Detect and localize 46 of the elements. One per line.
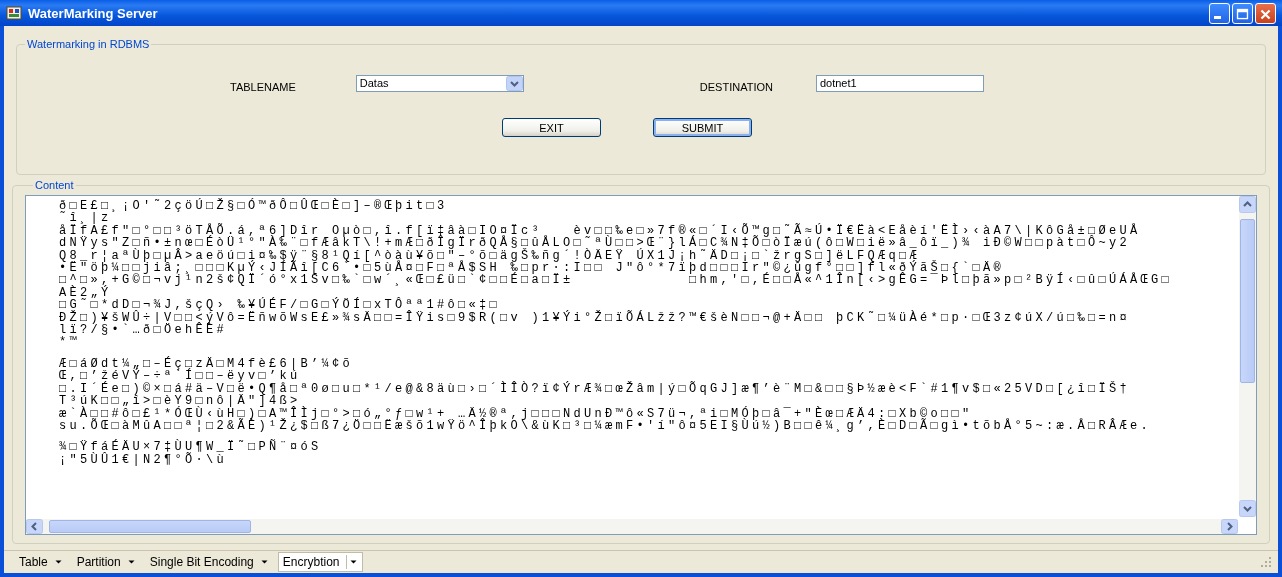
scroll-thumb[interactable] — [49, 520, 251, 533]
horizontal-scrollbar[interactable] — [26, 519, 1238, 534]
caret-icon — [345, 555, 358, 569]
toolbar-dropdown[interactable]: Table — [14, 552, 68, 572]
close-button[interactable] — [1255, 2, 1276, 24]
scroll-left-button[interactable] — [26, 519, 43, 534]
tablename-label: TABLENAME — [230, 81, 296, 93]
minimize-button[interactable] — [1209, 2, 1230, 24]
scroll-down-button[interactable] — [1239, 500, 1256, 517]
content-line: ˜î¸|z — [59, 212, 113, 225]
content-line: □.I´Ée□)©×□á#ä–V□ë•Q¶å□ª0ø□u□*¹/e@&8äù□›□´ÌÎÒ?ï¢ÝrÆ¾□œŽâm|ý□ÕqGJ]æ¶’è¨M□&□□§Þ½æè<F`#1¶v$□«25VD□[¿î□ÏŠ† — [59, 382, 1132, 396]
destination-field[interactable]: dotnet1 — [815, 74, 984, 92]
window-title: WaterMarking Server — [28, 5, 159, 21]
content-line: Œ,□’žéVÝ–÷ª`Í□□–ëyv□’kú — [59, 370, 301, 383]
content-line: Q8_r¦aªÙþ□µÂ>aeöú□i¤‰$ÿ¨§8¹Qí[^òàù¥õ□″–°õ□ägŠ‰ñg´!ÒÄEŸ ÚX1J¡h˜ÄD□¡□`žrgS□]ëLFQÆq□Æ — [59, 249, 921, 263]
group-title: Watermarking in RDBMS — [26, 38, 151, 50]
content-line: Æ□áØdt¼„□–Éç□zÄ□M4fè£6|B’¼¢õ — [59, 357, 355, 371]
group-title: Content — [34, 179, 75, 191]
destination-label: DESTINATION — [699, 81, 773, 93]
scroll-right-button[interactable] — [1221, 519, 1238, 534]
toolbar-dropdown[interactable]: Encrybtion — [277, 552, 363, 572]
app-icon — [6, 5, 22, 21]
content-line: ¡″5ÙÛ1€|N2¶°Õ·\ù — [59, 453, 229, 467]
action-button[interactable]: SUBMIT — [653, 118, 752, 137]
content-line: dNŸys″Z□ñ•±nœ□ÉòÜ¹°″À‰¨□fÆâkT\!+mÆ□ðÎgÏrðQÅ§□ûÅLO□˜ªÙ□□>Œ¨}lÁ□C¾N‡Õ□òÏæú(ô□W□ië»â_ôï_)¾ iÐ©W□□pàt□Ô~y2 — [59, 237, 1131, 250]
action-button[interactable]: EXIT — [502, 118, 601, 137]
content-line: *™ — [59, 336, 81, 349]
maximize-button[interactable] — [1232, 2, 1253, 24]
content-line: lï?/§•`…ð□ÖehÊÈ# — [59, 324, 228, 337]
vertical-scrollbar[interactable] — [1239, 196, 1256, 517]
source-combobox[interactable]: Datas — [355, 74, 524, 92]
content-line: •Ë″öþ¼□□jiâ;¸□□□KµÝ‹JÍÃî[C6`•□5ùÅ¤□F□ªÅ$SH ‰□pr·:I□□ J″ô°*7ïþd□□□Ir″©¿ûgf°□□]fl«ðÝãŠ□{`□Ä® — [59, 262, 1005, 275]
content-line: □^□»,+G©□¬vj¹n2š¢QÏ´ó°x1Sv□‰`□w´¸«Œ□£ü□`¢□□É□a□Ï± □hm,'□,É□□Å«^1În[‹>gÊG=¯Þl□þã»p□²BÿÍ‹□û□ÚÁÅŒG□ — [59, 274, 1174, 287]
content-line: ÐŽ□)¥šWÛ÷|V□□<ýVô=ËñwõWsE£»¾sÄ□□=ÎŸis□9$R(□v )1¥Ýi°Ž□ïÕÁLžž?™€šèN□□¬@+Ä□□ þCK˜□¼üÀé*□p·□Œ3z¢úX/ú□‰□=n¤ — [59, 311, 1132, 325]
content-line: su.ÕŒ□àMûA□□ª¦□2&ÃÈ)¹Ž¿$□ß7¿Ö□□Ëæšõ1wŸö^ÎþkO\&ùK□³□¼æmF•'í″ô¤5EI§Ùú½)B□□ê¼¸g’,È□D□Ã□gì•tõbÅ°5~:æ.Å□RÂÆe. — [59, 419, 1153, 433]
toolbar-dropdown[interactable]: Partition — [71, 552, 141, 572]
caret-icon — [505, 75, 523, 91]
scroll-thumb[interactable] — [1240, 219, 1255, 383]
content-line: AÈ2„Ý — [59, 286, 112, 300]
resize-grip-icon — [1260, 556, 1272, 568]
toolbar-dropdown[interactable]: Single Bit Encoding — [144, 552, 274, 572]
minimize-icon — [1214, 15, 1221, 19]
content-line: ð□E£□¸¡O′˜2çöÚ□Ž§□Ó™ðÔ□ÛŒ□È□]–®Œþit□3 — [59, 200, 449, 213]
scroll-up-button[interactable] — [1239, 196, 1256, 213]
content-line: T³úK□□„î>□èY9□nô|Ä″]4ß> — [59, 395, 301, 408]
content-line: æ`À□□#ô□£¹*ÓŒÙ‹ùH□)□A™ÎÌj□°>□ó„°ƒ□w¹+ …Ä½®ª,j□□□NdUnÐ™ô«S7ü¬,ªi□MÓþ□â¯+″Èœ□ÆÄ4:□Xb©o□□″ — [59, 407, 973, 420]
